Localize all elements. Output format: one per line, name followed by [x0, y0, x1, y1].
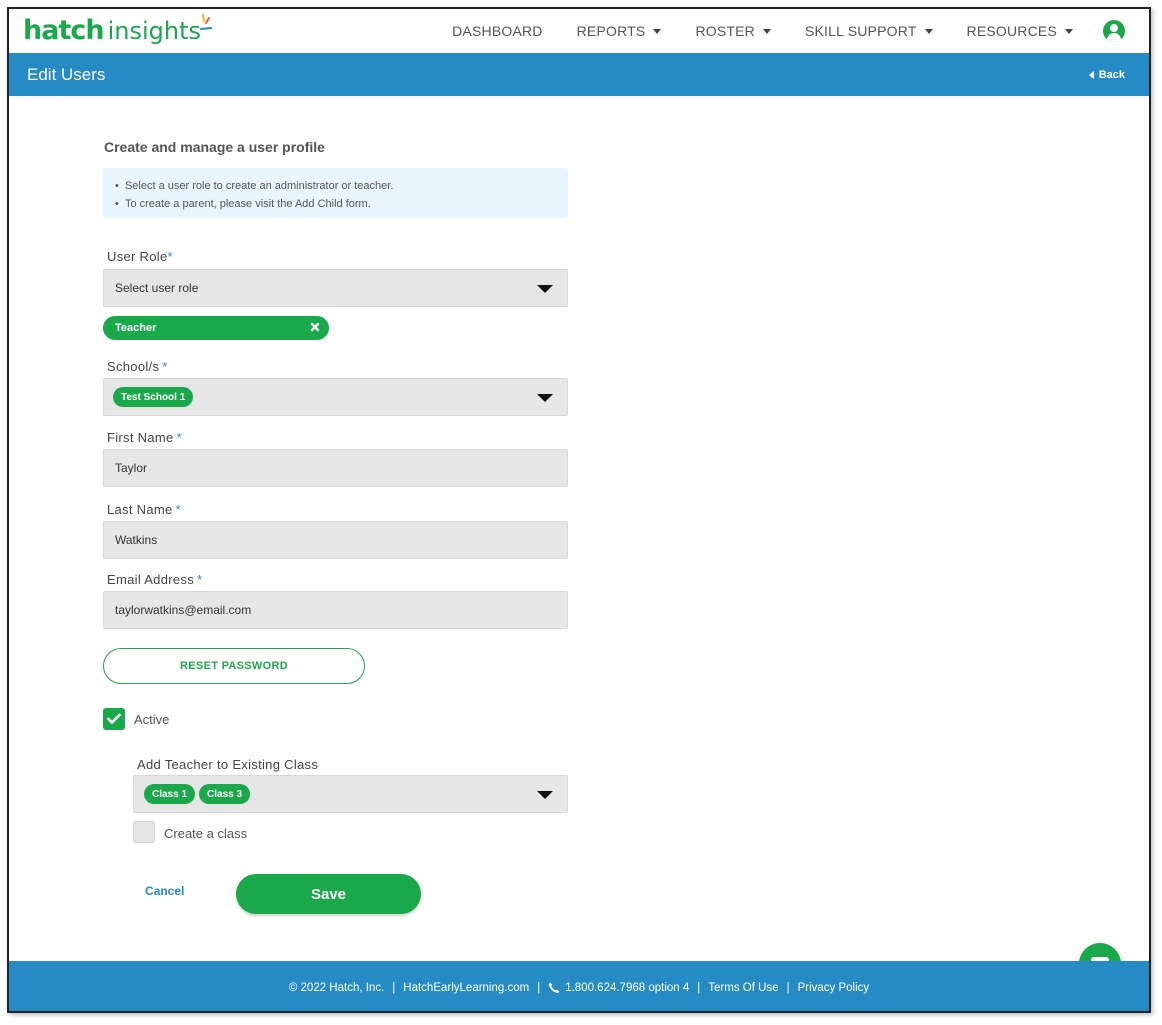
email-input[interactable]: taylorwatkins@email.com	[103, 591, 568, 629]
required-asterisk: *	[162, 359, 168, 374]
dropdown-arrow-icon[interactable]	[537, 285, 553, 293]
first-name-label-text: First Name	[107, 430, 174, 445]
info-text-parent: To create a parent, please visit the Add…	[124, 198, 371, 210]
nav-resources[interactable]: RESOURCES	[967, 23, 1073, 39]
footer-phone[interactable]: 1.800.624.7968 option 4	[548, 982, 689, 994]
role-chip-teacher: Teacher	[103, 316, 329, 340]
footer-site-link[interactable]: HatchEarlyLearning.com	[403, 982, 529, 994]
phone-icon	[549, 982, 560, 994]
reset-password-button[interactable]: RESET PASSWORD	[103, 648, 365, 684]
nav-dashboard-label: DASHBOARD	[452, 23, 543, 39]
footer-copyright: © 2022 Hatch, Inc.	[288, 982, 385, 994]
first-name-label: First Name *	[107, 430, 182, 445]
footer-phone-number: 1.800.624.7968 option 4	[565, 982, 690, 994]
school-pill[interactable]: Test School 1	[113, 387, 194, 407]
caret-down-icon	[924, 28, 933, 34]
nav-roster-label: ROSTER	[695, 23, 755, 39]
schools-label-text: School/s	[107, 359, 160, 374]
logo-spark-icon	[200, 14, 212, 30]
caret-down-icon	[762, 28, 771, 34]
create-class-checkbox[interactable]	[133, 821, 155, 843]
footer-terms-link[interactable]: Terms Of Use	[708, 982, 778, 994]
nav-dashboard[interactable]: DASHBOARD	[452, 23, 542, 39]
user-role-select[interactable]: Select user role	[103, 269, 568, 307]
user-profile-form: Create and manage a user profile • Selec…	[103, 139, 568, 914]
existing-class-select[interactable]: Class 1 Class 3	[133, 775, 568, 813]
dropdown-arrow-icon[interactable]	[537, 791, 553, 799]
user-circle-icon[interactable]	[1103, 20, 1125, 42]
caret-down-icon	[653, 28, 662, 34]
schools-select[interactable]: Test School 1	[103, 378, 568, 416]
last-name-label-text: Last Name	[107, 502, 173, 517]
cancel-button[interactable]: Cancel	[145, 884, 184, 898]
remove-x-icon[interactable]	[309, 321, 321, 333]
back-link-label: Back	[1098, 69, 1125, 81]
required-asterisk: *	[175, 502, 181, 517]
save-button[interactable]: Save	[236, 874, 421, 914]
form-heading: Create and manage a user profile	[104, 139, 325, 155]
page-title: Edit Users	[27, 65, 106, 84]
nav-resources-label: RESOURCES	[966, 23, 1057, 39]
class-pill[interactable]: Class 1	[144, 784, 196, 804]
checkmark-icon	[107, 713, 121, 724]
info-text-role: Select a user role to create an administ…	[124, 180, 394, 192]
active-checkbox[interactable]	[103, 708, 125, 730]
info-bullet: • Select a user role to create an admini…	[115, 180, 394, 192]
nav-skill-support-label: SKILL SUPPORT	[804, 23, 917, 39]
info-box: • Select a user role to create an admini…	[103, 168, 568, 218]
page-header-bar: Edit Users Back	[9, 53, 1149, 96]
email-label-text: Email Address	[107, 572, 194, 587]
footer-privacy-link[interactable]: Privacy Policy	[798, 982, 870, 994]
caret-down-icon	[1065, 28, 1073, 34]
footer-separator: |	[537, 982, 541, 994]
info-bullet: • To create a parent, please visit the A…	[115, 198, 371, 210]
schools-label: School/s *	[107, 359, 168, 374]
footer-separator: |	[392, 982, 396, 994]
nav-skill-support[interactable]: SKILL SUPPORT	[805, 23, 933, 39]
nav-roster[interactable]: ROSTER	[695, 23, 771, 39]
active-label: Active	[134, 712, 170, 727]
required-asterisk: *	[176, 430, 182, 445]
back-arrow-icon	[1088, 71, 1094, 79]
required-asterisk: *	[167, 249, 173, 264]
hatch-insights-logo[interactable]: hatch insights	[23, 14, 212, 49]
create-class-label: Create a class	[164, 826, 248, 841]
user-role-placeholder: Select user role	[115, 281, 199, 295]
user-icon-body	[1107, 33, 1121, 42]
logo-hatch-text: hatch	[23, 15, 105, 46]
top-navbar: hatch insights DASHBOARD REPORTS ROSTER …	[9, 9, 1149, 53]
last-name-input[interactable]: Watkins	[103, 521, 568, 559]
nav-reports[interactable]: REPORTS	[577, 23, 662, 39]
first-name-input[interactable]: Taylor	[103, 449, 568, 487]
required-asterisk: *	[197, 572, 203, 587]
app-window: hatch insights DASHBOARD REPORTS ROSTER …	[7, 7, 1151, 1013]
email-label: Email Address *	[107, 572, 202, 587]
last-name-label: Last Name *	[107, 502, 181, 517]
user-icon-head	[1110, 24, 1118, 32]
user-role-label: User Role*	[107, 249, 173, 264]
role-chip-label: Teacher	[115, 322, 157, 334]
main-nav: DASHBOARD REPORTS ROSTER SKILL SUPPORT R…	[418, 9, 1125, 53]
nav-reports-label: REPORTS	[576, 23, 646, 39]
page-footer: © 2022 Hatch, Inc. | HatchEarlyLearning.…	[9, 961, 1149, 1011]
user-role-label-text: User Role	[107, 249, 168, 264]
class-pill[interactable]: Class 3	[199, 784, 251, 804]
dropdown-arrow-icon[interactable]	[537, 394, 553, 402]
logo-insights-label: insights	[107, 17, 201, 45]
back-link[interactable]: Back	[1088, 69, 1125, 81]
existing-class-label: Add Teacher to Existing Class	[137, 757, 319, 772]
footer-separator: |	[697, 982, 701, 994]
footer-separator: |	[786, 982, 790, 994]
logo-insights-text: insights	[107, 14, 212, 45]
